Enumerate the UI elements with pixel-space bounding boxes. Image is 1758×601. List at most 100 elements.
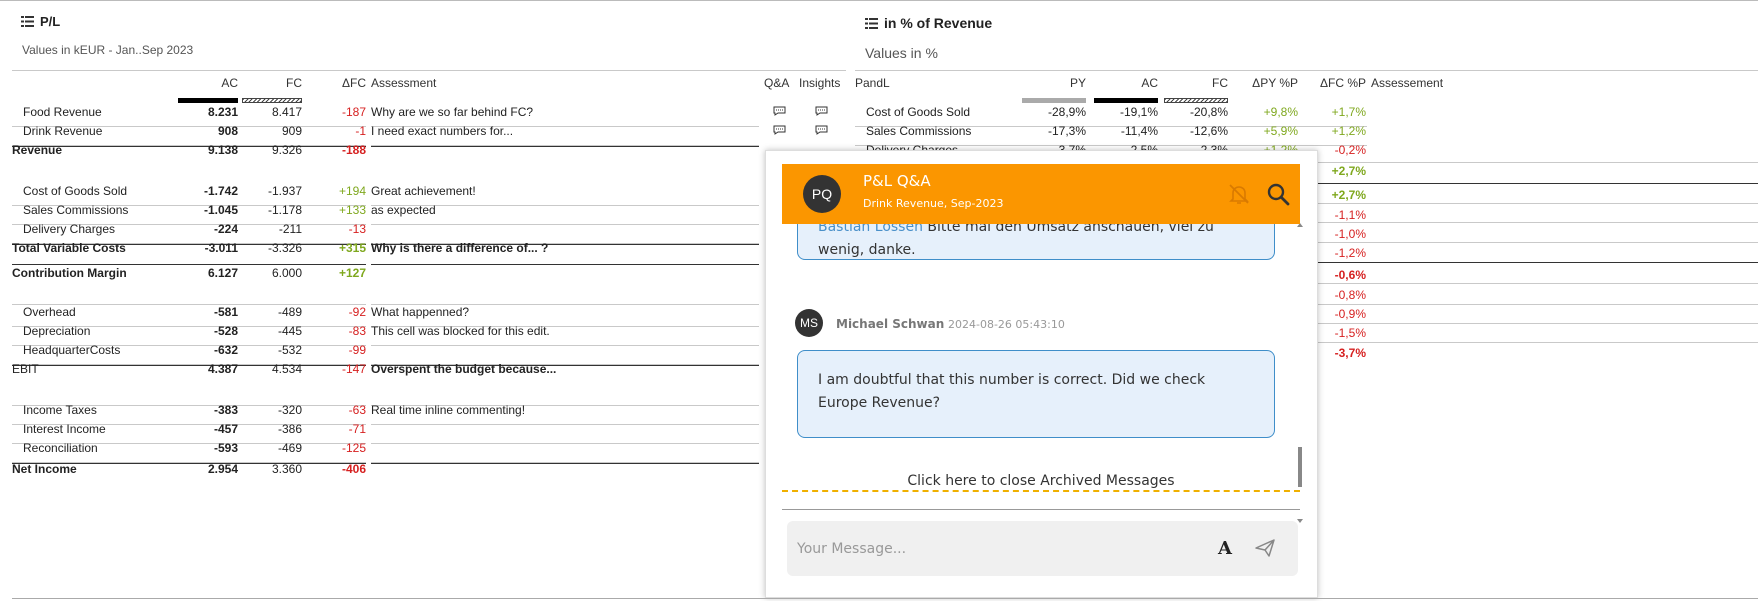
ac-value: 8.231 (207, 105, 238, 119)
ac-pct: -19,1% (1119, 105, 1158, 119)
assessment-note[interactable]: Why are we so far behind FC? (371, 105, 533, 119)
assessment-note[interactable]: Great achievement! (371, 184, 476, 198)
assessment-note[interactable]: Overspent the budget because... (371, 362, 556, 376)
comment-qa-icon[interactable] (773, 106, 786, 116)
header-pandl: PandL (855, 76, 890, 90)
pct-fc-scenario-bar (1164, 98, 1228, 103)
assessment-note[interactable]: as expected (371, 203, 436, 217)
row-label: EBIT (12, 362, 39, 376)
header-py: PY (1069, 76, 1086, 90)
fc-value: 6.000 (271, 266, 302, 280)
comment-qa-icon[interactable] (773, 125, 786, 135)
row-separator (1302, 222, 1758, 223)
pct-panel-title: in % of Revenue (865, 15, 992, 31)
row-label: Total Variable Costs (12, 241, 126, 255)
fc-value: -3.326 (267, 241, 302, 255)
py-pct: -28,9% (1047, 105, 1086, 119)
row-separator (1302, 342, 1758, 343)
ac-value: -1.045 (203, 203, 238, 217)
ac-value: 9.138 (207, 143, 238, 157)
header-pct-dfc: ΔFC %P (1319, 76, 1366, 90)
delta-fc-value: -92 (348, 305, 366, 319)
delta-fc-value: -147 (341, 362, 366, 376)
pl-subtitle: Values in kEUR - Jan..Sep 2023 (22, 43, 194, 57)
partial-message-text-line2: wenig, danke. (818, 242, 916, 258)
fc-value: -1.937 (267, 184, 302, 198)
row-separator (371, 424, 759, 425)
ac-value: 2.954 (207, 462, 238, 476)
message-text-line1: I am doubtful that this number is correc… (818, 372, 1206, 388)
row-separator (1302, 242, 1758, 243)
ac-value: 6.127 (207, 266, 238, 280)
py-pct: -17,3% (1047, 124, 1086, 138)
text-format-icon[interactable]: A (1218, 538, 1236, 559)
row-label: Delivery Charges (23, 222, 116, 236)
send-icon[interactable] (1255, 539, 1275, 557)
row-label: Sales Commissions (23, 203, 129, 217)
qa-chat-window: Bastian Lossen Bitte mal den Umsatz ansc… (765, 150, 1318, 598)
top-border (0, 0, 1758, 1)
delta-fc-value: -188 (341, 143, 366, 157)
message-author: Michael Schwan (836, 317, 945, 331)
close-archived-link[interactable]: Click here to close Archived Messages (782, 473, 1300, 492)
assessment-note[interactable]: This cell was blocked for this edit. (371, 324, 550, 338)
delta-fc-value: -63 (348, 403, 366, 417)
ac-value: 908 (217, 124, 238, 138)
fc-value: -320 (277, 403, 302, 417)
pct-title-text: in % of Revenue (884, 15, 993, 31)
row-separator (1302, 162, 1758, 163)
delta-py-pct: +5,9% (1263, 124, 1298, 138)
message-bubble: I am doubtful that this number is correc… (797, 350, 1275, 438)
assessment-note[interactable]: Why is there a difference of... ? (371, 241, 548, 255)
delta-fc-value: -187 (341, 105, 366, 119)
delta-fc-value: +127 (338, 266, 366, 280)
bell-off-icon[interactable] (1227, 182, 1251, 206)
list-icon (21, 16, 34, 27)
pct-header-separator (855, 70, 1758, 71)
row-separator (371, 264, 759, 265)
header-pct-fc: FC (1212, 76, 1228, 90)
fc-value: -1.178 (267, 203, 302, 217)
comment-insights-icon[interactable] (815, 106, 828, 116)
search-icon[interactable] (1266, 182, 1290, 206)
bottom-border (12, 598, 1758, 599)
row-separator (371, 443, 759, 444)
comment-insights-icon[interactable] (815, 125, 828, 135)
message-input[interactable] (795, 537, 1169, 561)
assessment-note[interactable]: Real time inline commenting! (371, 403, 525, 417)
row-label: Overhead (23, 305, 76, 319)
header-dfc: ΔFC (341, 76, 366, 90)
ac-value: -528 (213, 324, 238, 338)
composer-divider (782, 509, 1300, 510)
fc-value: -445 (277, 324, 302, 338)
ac-pct: -11,4% (1120, 124, 1158, 138)
row-separator (1302, 323, 1758, 324)
header-qa: Q&A (764, 76, 790, 90)
author-avatar: MS (795, 309, 823, 337)
delta-fc-pct: +1,7% (1331, 105, 1366, 119)
fc-value: -469 (277, 441, 302, 455)
fc-value: 9.326 (271, 143, 302, 157)
fc-pct: -20,8% (1189, 105, 1228, 119)
fc-value: -532 (277, 343, 302, 357)
row-label: Revenue (12, 143, 63, 157)
delta-fc-value: +315 (338, 241, 366, 255)
row-label: Net Income (12, 462, 77, 476)
row-separator (1302, 203, 1758, 204)
row-label: Income Taxes (23, 403, 97, 417)
ac-value: -593 (213, 441, 238, 455)
ac-value: -632 (213, 343, 238, 357)
row-label: Food Revenue (23, 105, 102, 119)
header-assessment: Assessment (371, 76, 437, 90)
delta-fc-value: -83 (348, 324, 366, 338)
delta-fc-value: -125 (341, 441, 366, 455)
assessment-note[interactable]: What happenned? (371, 305, 469, 319)
ac-value: -383 (213, 403, 238, 417)
row-label: Depreciation (23, 324, 91, 338)
row-label: Contribution Margin (12, 266, 127, 280)
chat-scrollbar[interactable] (1296, 223, 1304, 523)
chat-subtitle: Drink Revenue, Sep-2023 (863, 197, 1004, 210)
delta-fc-value: -13 (348, 222, 366, 236)
pl-panel-title: P/L (21, 14, 60, 29)
assessment-note[interactable]: I need exact numbers for... (371, 124, 513, 138)
